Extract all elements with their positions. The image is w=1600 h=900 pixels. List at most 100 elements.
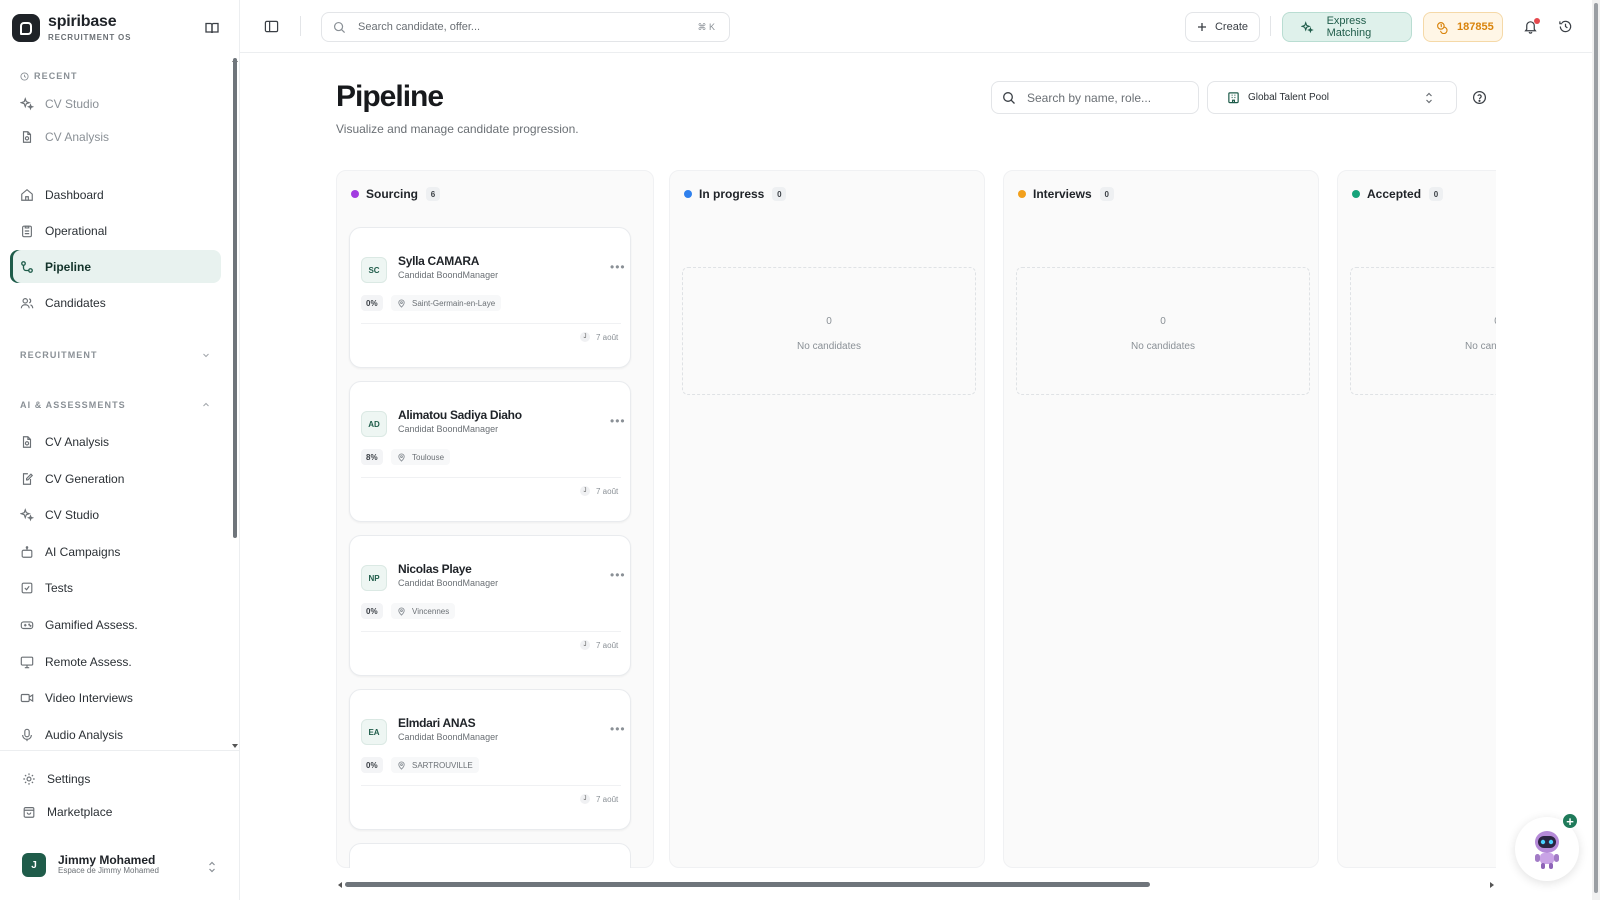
create-button[interactable]: Create: [1185, 12, 1260, 42]
empty-count: 0: [1160, 316, 1166, 327]
sidebar-item-ai-campaigns[interactable]: AI Campaigns: [10, 535, 221, 568]
sidebar-item-settings[interactable]: Settings: [12, 762, 223, 795]
map-pin-icon: [398, 299, 405, 308]
document-edit-icon: [22, 472, 34, 485]
assistant-plus-icon[interactable]: +: [1562, 813, 1578, 829]
map-pin-icon: [398, 761, 405, 770]
empty-drop-zone[interactable]: 0 No candidates: [682, 267, 976, 395]
more-options-icon[interactable]: •••: [610, 723, 626, 735]
pipeline-board: Sourcing 6 SC Sylla CAMARA Candidat Boon…: [336, 170, 1496, 868]
candidate-card[interactable]: AD Alimatou Sadiya Diaho Candidat BoondM…: [349, 381, 631, 522]
empty-drop-zone[interactable]: 0 No candidates: [1016, 267, 1310, 395]
location-badge: Toulouse: [391, 449, 451, 465]
page-title: Pipeline: [336, 80, 444, 113]
candidate-name: Sylla CAMARA: [398, 254, 480, 268]
sidebar-toggle-icon[interactable]: [264, 19, 279, 34]
sidebar-item-tests[interactable]: Tests: [10, 571, 221, 604]
match-score-badge: 8%: [361, 449, 383, 465]
history-icon[interactable]: [1558, 19, 1573, 34]
coins-icon: [1437, 21, 1448, 34]
map-pin-icon: [398, 607, 405, 616]
chevrons-up-down-icon[interactable]: [207, 860, 217, 874]
match-score-badge: 0%: [361, 757, 383, 773]
more-options-icon[interactable]: •••: [610, 569, 626, 581]
candidate-search-input[interactable]: Search by name, role...: [991, 81, 1199, 114]
board-horizontal-scrollbar[interactable]: [345, 882, 1150, 887]
candidate-name: Alimatou Sadiya Diaho: [398, 408, 522, 422]
column-header: Accepted 0: [1352, 187, 1444, 201]
notification-badge: [1534, 18, 1540, 24]
more-options-icon[interactable]: •••: [610, 415, 626, 427]
candidate-card[interactable]: SC Sylla CAMARA Candidat BoondManager ••…: [349, 227, 631, 368]
candidate-role: Candidat BoondManager: [398, 270, 499, 280]
brand[interactable]: spiribase RECRUITMENT OS: [12, 14, 131, 42]
column-header: Sourcing 6: [351, 187, 441, 201]
more-options-icon[interactable]: •••: [610, 261, 626, 273]
candidate-card[interactable]: EA Elmdari ANAS Candidat BoondManager ••…: [349, 689, 631, 830]
candidate-name: Elmdari ANAS: [398, 716, 476, 730]
sidebar-item-operational[interactable]: Operational: [10, 214, 221, 247]
avatar: AD: [361, 411, 387, 437]
sidebar-item-gamified-assess[interactable]: Gamified Assess.: [10, 608, 221, 641]
chevron-up-icon: [203, 402, 209, 407]
brand-subtitle: RECRUITMENT OS: [48, 33, 132, 42]
status-dot: [1018, 190, 1026, 198]
scroll-left-arrow[interactable]: [338, 882, 342, 888]
talent-pool-select[interactable]: Global Talent Pool: [1207, 81, 1457, 114]
sidebar-item-cv-analysis[interactable]: CV Analysis: [10, 425, 221, 458]
empty-drop-zone[interactable]: 0 No candidates: [1350, 267, 1496, 395]
sidebar-item-dashboard[interactable]: Dashboard: [10, 178, 221, 211]
sidebar-item-remote-assess[interactable]: Remote Assess.: [10, 645, 221, 678]
sidebar-item-pipeline[interactable]: Pipeline: [10, 250, 221, 283]
sidebar-item-candidates[interactable]: Candidates: [10, 286, 221, 319]
chevron-down-icon: [203, 353, 209, 358]
checkbox-icon: [21, 582, 33, 593]
date-owner-badge: J: [580, 640, 590, 650]
credits-button[interactable]: 187855: [1423, 12, 1503, 42]
scroll-right-arrow[interactable]: [1490, 882, 1494, 888]
brand-name: spiribase: [48, 13, 117, 30]
sidebar-item-audio-analysis[interactable]: Audio Analysis: [10, 718, 221, 751]
sparkles-icon: [20, 507, 34, 521]
column-interviews: Interviews 0 0 No candidates: [1003, 170, 1319, 868]
sidebar-scrollbar-thumb[interactable]: [233, 58, 237, 538]
document-search-icon: [22, 130, 32, 143]
global-search-placeholder: Search candidate, offer...: [358, 21, 481, 33]
empty-count: 0: [1351, 316, 1496, 327]
candidate-role: Candidat BoondManager: [398, 732, 499, 742]
book-icon[interactable]: [204, 20, 220, 36]
sidebar-item-cv-generation[interactable]: CV Generation: [10, 462, 221, 495]
sidebar: spiribase RECRUITMENT OS RECENT CV Studi…: [0, 0, 240, 900]
column-count-badge: 0: [1429, 187, 1444, 201]
recent-item-cv-analysis[interactable]: CV Analysis: [10, 120, 221, 153]
sidebar-item-marketplace[interactable]: Marketplace: [12, 795, 223, 828]
card-date: J 7 août: [580, 794, 618, 804]
help-icon[interactable]: [1472, 90, 1487, 105]
home-icon: [21, 188, 33, 201]
avatar: EA: [361, 719, 387, 745]
column-header: In progress 0: [684, 187, 787, 201]
column-count-badge: 6: [426, 187, 441, 201]
recent-item-cv-studio[interactable]: CV Studio: [10, 87, 221, 120]
video-camera-icon: [20, 693, 34, 702]
page-scrollbar-thumb[interactable]: [1594, 3, 1598, 893]
user-account[interactable]: J Jimmy Mohamed Espace de Jimmy Mohamed: [22, 853, 159, 877]
clock-icon: [20, 71, 29, 81]
document-search-icon: [22, 435, 32, 448]
candidate-card[interactable]: NP Nicolas Playe Candidat BoondManager •…: [349, 535, 631, 676]
users-icon: [20, 297, 34, 308]
ai-assessments-section-toggle[interactable]: AI & ASSESSMENTS: [20, 400, 209, 410]
avatar: NP: [361, 565, 387, 591]
search-shortcut: ⌘ K: [697, 21, 715, 32]
recruitment-section-toggle[interactable]: RECRUITMENT: [20, 350, 209, 360]
sidebar-item-video-interviews[interactable]: Video Interviews: [10, 681, 221, 714]
workflow-icon: [21, 260, 33, 273]
sidebar-item-cv-studio[interactable]: CV Studio: [10, 498, 221, 531]
column-accepted: Accepted 0 0 No candidates: [1337, 170, 1496, 868]
candidate-card-partial[interactable]: [349, 843, 631, 868]
plus-icon: [1197, 23, 1206, 31]
sidebar-scroll-down-arrow[interactable]: [232, 744, 238, 748]
express-matching-button[interactable]: Express Matching: [1282, 12, 1412, 42]
global-search-input[interactable]: Search candidate, offer... ⌘ K: [321, 12, 730, 42]
candidate-role: Candidat BoondManager: [398, 578, 499, 588]
